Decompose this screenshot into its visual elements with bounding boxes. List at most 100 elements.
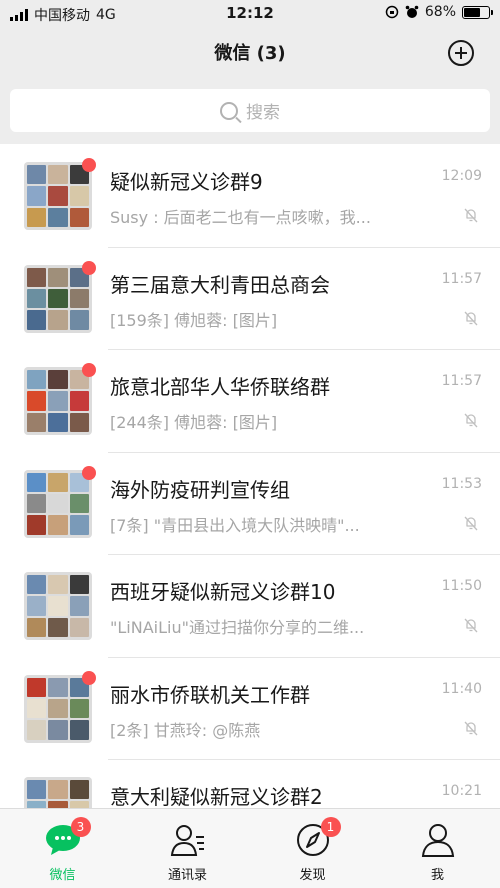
avatar-tile — [69, 391, 89, 411]
avatar-tile — [69, 310, 89, 330]
group-avatar — [24, 367, 92, 435]
chat-time: 11:40 — [441, 680, 482, 697]
avatar-tile — [27, 391, 47, 411]
avatar-tile — [69, 617, 89, 637]
avatar-tile — [69, 288, 89, 309]
tab-person[interactable]: 我 — [375, 809, 500, 888]
status-right: 68% — [385, 4, 493, 20]
avatar-tile — [27, 780, 47, 800]
battery-percent: 68% — [424, 4, 456, 20]
avatar-tile — [69, 186, 89, 206]
chat-time: 10:21 — [441, 783, 482, 799]
avatar-tile — [69, 515, 89, 535]
tab-contacts[interactable]: 通讯录 — [125, 809, 250, 888]
avatar-tile — [69, 575, 89, 595]
page-title: 微信 (3) — [214, 43, 286, 64]
chat-list-item[interactable]: 丽水市侨联机关工作群 [2条] 甘燕玲: @陈燕 11:40 — [0, 656, 500, 759]
chat-name: 疑似新冠义诊群9 — [110, 170, 263, 194]
avatar-tile — [27, 370, 47, 390]
avatar-tile — [48, 207, 68, 227]
chat-list-item[interactable]: 旅意北部华人华侨联络群 [244条] 傅旭蓉: [图片] 11:57 — [0, 349, 500, 452]
avatar-tile — [69, 780, 89, 800]
tab-label: 通讯录 — [167, 868, 207, 883]
chat-time: 11:57 — [441, 373, 482, 389]
avatar-tile — [48, 596, 68, 616]
chat-list-item[interactable]: 西班牙疑似新冠义诊群10 "LiNAiLiu"通过扫描你分享的二维... 11:50 — [0, 554, 500, 657]
avatar-tile — [27, 267, 47, 287]
person-icon — [420, 823, 456, 857]
chat-list-item[interactable]: 意大利疑似新冠义诊群2 10:21 — [0, 759, 500, 808]
avatar-tile — [27, 412, 47, 432]
chat-name: 海外防疫研判宣传组 — [110, 477, 290, 502]
mute-bell-icon — [464, 721, 478, 735]
unread-dot — [82, 363, 96, 377]
avatar-tile — [27, 186, 47, 206]
avatar-tile — [69, 801, 89, 808]
chat-preview: "LiNAiLiu"通过扫描你分享的二维... — [110, 618, 365, 637]
avatar-tile — [48, 515, 68, 535]
chat-time: 11:57 — [441, 270, 482, 287]
chat-name: 第三届意大利青田总商会 — [110, 272, 330, 297]
chat-name: 意大利疑似新冠义诊群2 — [110, 785, 323, 808]
avatar-tile — [48, 267, 68, 287]
chat-time: 11:50 — [441, 578, 482, 594]
chat-preview: Susy : 后面老二也有一点咳嗽，我... — [110, 208, 371, 227]
avatar-tile — [27, 165, 47, 185]
avatar-tile — [27, 493, 47, 514]
avatar-tile — [48, 186, 68, 206]
group-avatar — [24, 674, 92, 743]
group-avatar — [24, 777, 92, 808]
avatar-tile — [48, 391, 68, 411]
avatar-tile — [69, 412, 89, 432]
avatar-tile — [48, 720, 68, 740]
avatar-tile — [48, 310, 68, 330]
chat-name: 西班牙疑似新冠义诊群10 — [110, 580, 336, 604]
group-avatar — [24, 469, 92, 538]
unread-dot — [82, 260, 96, 275]
chat-preview: [7条] "青田县出入境大队洪映晴"... — [110, 515, 360, 535]
avatar-tile — [27, 698, 47, 719]
tab-chat-bubble[interactable]: 3 微信 — [0, 809, 125, 888]
unread-badge: 3 — [70, 817, 91, 837]
mute-bell-icon — [464, 618, 478, 633]
avatar-tile — [27, 575, 47, 595]
chat-list-item[interactable]: 疑似新冠义诊群9 Susy : 后面老二也有一点咳嗽，我... 12:09 — [0, 144, 500, 247]
avatar-tile — [48, 493, 68, 514]
avatar-tile — [48, 698, 68, 719]
avatar-tile — [69, 207, 89, 227]
mute-bell-icon — [464, 516, 478, 530]
avatar-tile — [27, 720, 47, 740]
avatar-tile — [27, 288, 47, 309]
chat-list-item[interactable]: 第三届意大利青田总商会 [159条] 傅旭蓉: [图片] 11:57 — [0, 246, 500, 349]
avatar-tile — [69, 720, 89, 740]
avatar-tile — [48, 288, 68, 309]
mute-bell-icon — [464, 311, 478, 325]
chat-name: 旅意北部华人华侨联络群 — [110, 375, 330, 399]
avatar-tile — [48, 801, 68, 808]
avatar-tile — [48, 677, 68, 697]
chat-name: 丽水市侨联机关工作群 — [110, 682, 310, 707]
search-placeholder: 搜索 — [246, 103, 280, 123]
tab-bar: 3 微信 通讯录 1 发现 我 — [0, 808, 500, 888]
avatar-tile — [48, 780, 68, 800]
avatar-tile — [27, 677, 47, 697]
search-bar[interactable]: 搜索 — [10, 89, 490, 132]
avatar-tile — [27, 207, 47, 227]
unread-dot — [82, 158, 96, 172]
avatar-tile — [48, 370, 68, 390]
chat-preview: [2条] 甘燕玲: @陈燕 — [110, 720, 261, 740]
mute-bell-icon — [464, 208, 478, 223]
unread-dot — [82, 670, 96, 685]
avatar-tile — [48, 472, 68, 492]
avatar-tile — [27, 801, 47, 808]
tab-label: 我 — [430, 868, 444, 883]
rotation-lock-icon — [385, 5, 399, 19]
chat-list: 疑似新冠义诊群9 Susy : 后面老二也有一点咳嗽，我... 12:09 第三届意大… — [0, 144, 500, 808]
add-button[interactable] — [448, 40, 474, 66]
tab-compass[interactable]: 1 发现 — [250, 809, 375, 888]
avatar-tile — [69, 596, 89, 616]
avatar-tile — [27, 515, 47, 535]
avatar-tile — [69, 493, 89, 514]
chat-list-item[interactable]: 海外防疫研判宣传组 [7条] "青田县出入境大队洪映晴"... 11:53 — [0, 451, 500, 554]
chat-preview: [244条] 傅旭蓉: [图片] — [110, 413, 278, 432]
